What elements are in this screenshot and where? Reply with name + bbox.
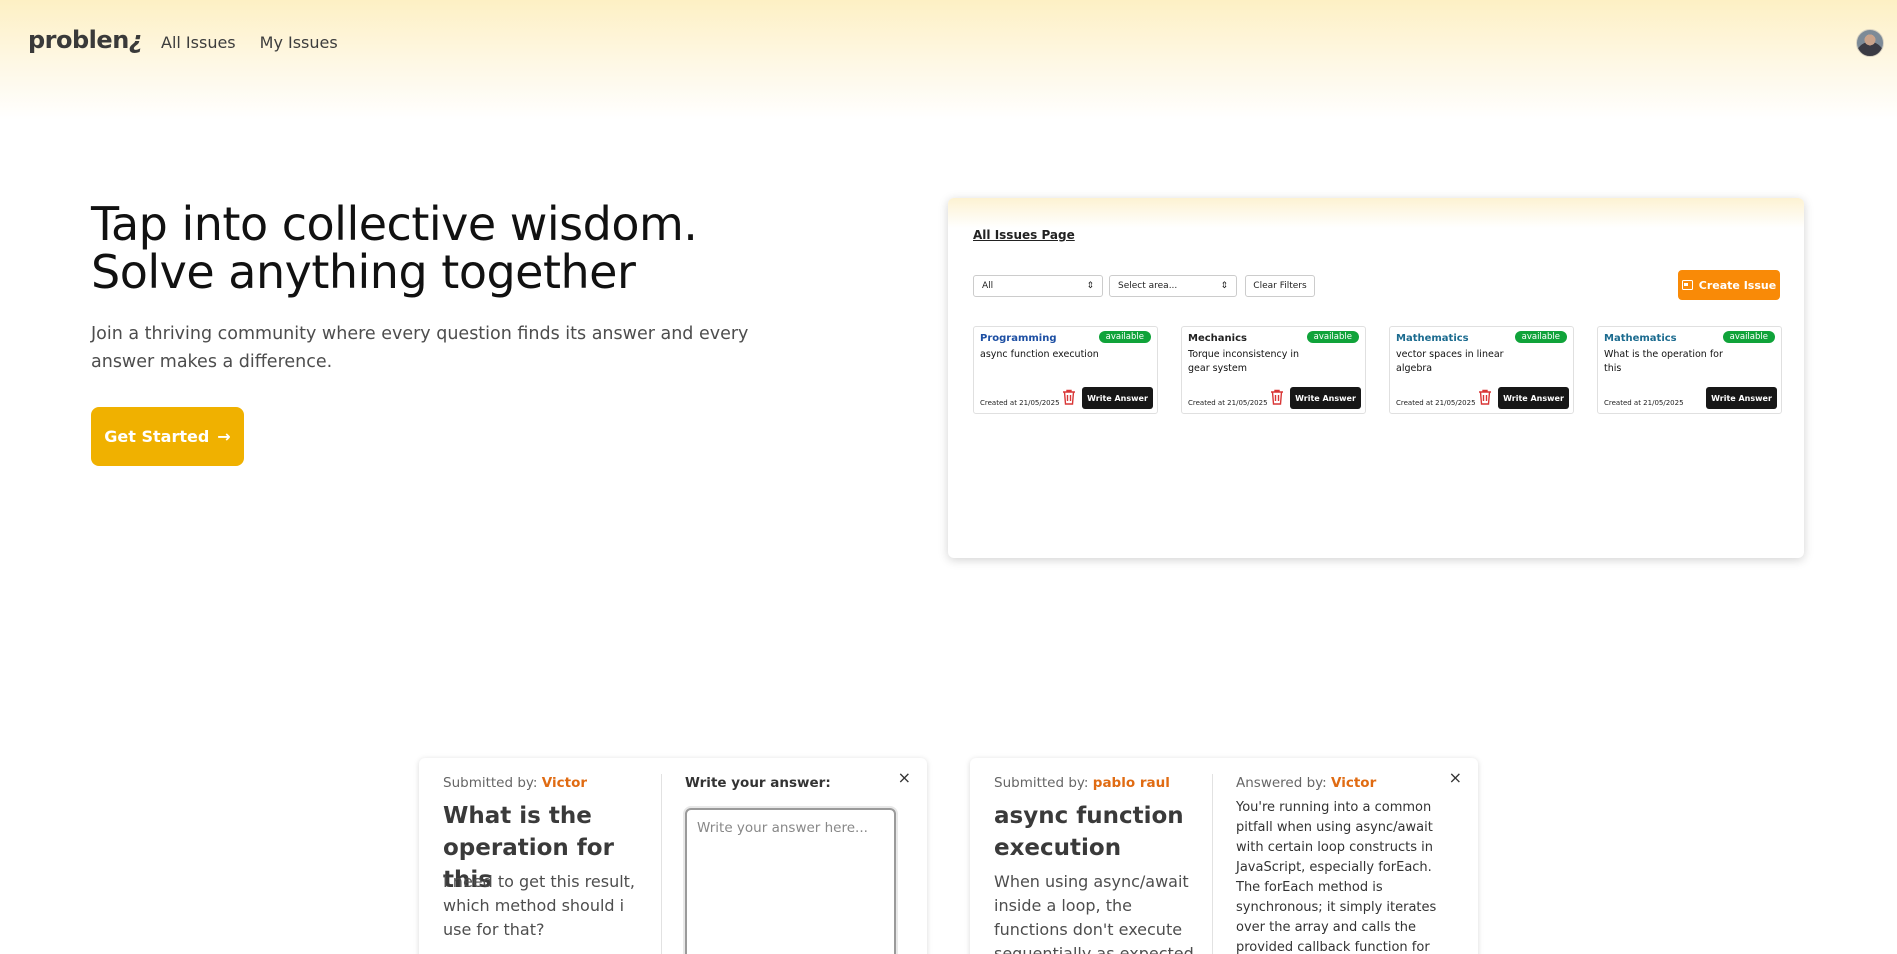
- status-filter-select[interactable]: All ⇕: [973, 275, 1103, 297]
- trash-icon[interactable]: [1062, 389, 1076, 405]
- answered-prefix: Answered by:: [1236, 775, 1327, 791]
- issue-date: Created at 21/05/2025: [980, 399, 1060, 407]
- answer-text: You're running into a common pitfall whe…: [1236, 800, 1437, 954]
- top-navbar: [0, 0, 1897, 120]
- logo-mark: ¿: [128, 26, 143, 54]
- column-divider: [661, 774, 662, 954]
- issue-date: Created at 21/05/2025: [1604, 399, 1684, 407]
- write-answer-button[interactable]: Write Answer: [1082, 387, 1153, 409]
- answer-label: Write your answer:: [685, 775, 831, 791]
- select-chevron-icon: ⇕: [1220, 281, 1228, 291]
- issues-preview-panel: All Issues Page All ⇕ Select area... ⇕ C…: [948, 198, 1804, 558]
- create-issue-label: Create Issue: [1698, 278, 1777, 292]
- create-issue-button[interactable]: Create Issue: [1678, 270, 1780, 300]
- issue-title: vector spaces in linear algebra: [1396, 349, 1504, 374]
- answer-textarea[interactable]: [685, 808, 896, 954]
- status-badge: available: [1514, 331, 1567, 343]
- close-icon[interactable]: ×: [1449, 768, 1462, 787]
- status-filter-value: All: [982, 281, 994, 291]
- nav-my-issues[interactable]: My Issues: [260, 33, 338, 52]
- answerer-name[interactable]: Victor: [1331, 775, 1376, 791]
- hero-title-line-2: Solve anything together: [91, 245, 636, 299]
- write-answer-button[interactable]: Write Answer: [1498, 387, 1569, 409]
- write-answer-button[interactable]: Write Answer: [1706, 387, 1777, 409]
- issue-date: Created at 21/05/2025: [1396, 399, 1476, 407]
- issue-card[interactable]: Mechanics available Torque inconsistency…: [1181, 326, 1366, 414]
- hero-title-line-1: Tap into collective wisdom.: [91, 197, 698, 251]
- submitted-by: Submitted by: Victor: [443, 775, 587, 791]
- clear-filters-button[interactable]: Clear Filters: [1245, 275, 1315, 297]
- hero-subtitle: Join a thriving community where every qu…: [91, 324, 749, 372]
- trash-icon[interactable]: [1478, 389, 1492, 405]
- issue-title: async function execution: [980, 349, 1099, 360]
- question-description: When using async/await inside a loop, th…: [994, 872, 1199, 954]
- hero-title: Tap into collective wisdom. Solve anythi…: [91, 197, 698, 299]
- submitted-prefix: Submitted by:: [994, 775, 1089, 791]
- preview-header: [948, 198, 1804, 228]
- submitted-prefix: Submitted by:: [443, 775, 538, 791]
- area-filter-placeholder: Select area...: [1118, 281, 1178, 291]
- answered-question-card: Submitted by: pablo raul async function …: [970, 758, 1478, 954]
- question-title: async function execution: [994, 803, 1184, 861]
- status-badge: available: [1098, 331, 1151, 343]
- get-started-button[interactable]: Get Started →: [91, 407, 244, 466]
- logo-text: problen: [28, 26, 129, 54]
- area-filter-select[interactable]: Select area... ⇕: [1109, 275, 1237, 297]
- logo[interactable]: problen¿: [28, 26, 143, 54]
- answer-question-card: Submitted by: Victor What is the operati…: [419, 758, 927, 954]
- trash-icon[interactable]: [1270, 389, 1284, 405]
- issue-area: Programming: [980, 333, 1057, 344]
- status-badge: available: [1306, 331, 1359, 343]
- issue-area: Mathematics: [1396, 333, 1469, 344]
- issue-title: What is the operation for this: [1604, 349, 1723, 374]
- get-started-label: Get Started: [104, 427, 210, 446]
- create-issue-icon: [1681, 280, 1693, 290]
- submitter-name[interactable]: Victor: [542, 775, 587, 791]
- issue-area: Mathematics: [1604, 333, 1677, 344]
- main-nav: All Issues My Issues: [161, 33, 338, 52]
- select-chevron-icon: ⇕: [1086, 281, 1094, 291]
- issue-date: Created at 21/05/2025: [1188, 399, 1268, 407]
- issue-card[interactable]: Mathematics available What is the operat…: [1597, 326, 1782, 414]
- arrow-right-icon: →: [217, 427, 231, 446]
- issue-title: Torque inconsistency in gear system: [1188, 349, 1300, 374]
- preview-page-title[interactable]: All Issues Page: [973, 228, 1075, 242]
- user-avatar[interactable]: [1856, 29, 1884, 57]
- nav-all-issues[interactable]: All Issues: [161, 33, 236, 52]
- close-icon[interactable]: ×: [898, 768, 911, 787]
- issue-area: Mechanics: [1188, 333, 1247, 344]
- answered-by: Answered by: Victor: [1236, 775, 1376, 791]
- status-badge: available: [1722, 331, 1775, 343]
- question-description: I need to get this result, which method …: [443, 872, 636, 939]
- column-divider: [1212, 774, 1213, 954]
- issue-card[interactable]: Programming available async function exe…: [973, 326, 1158, 414]
- issue-card[interactable]: Mathematics available vector spaces in l…: [1389, 326, 1574, 414]
- write-answer-button[interactable]: Write Answer: [1290, 387, 1361, 409]
- submitter-name[interactable]: pablo raul: [1093, 775, 1170, 791]
- submitted-by: Submitted by: pablo raul: [994, 775, 1170, 791]
